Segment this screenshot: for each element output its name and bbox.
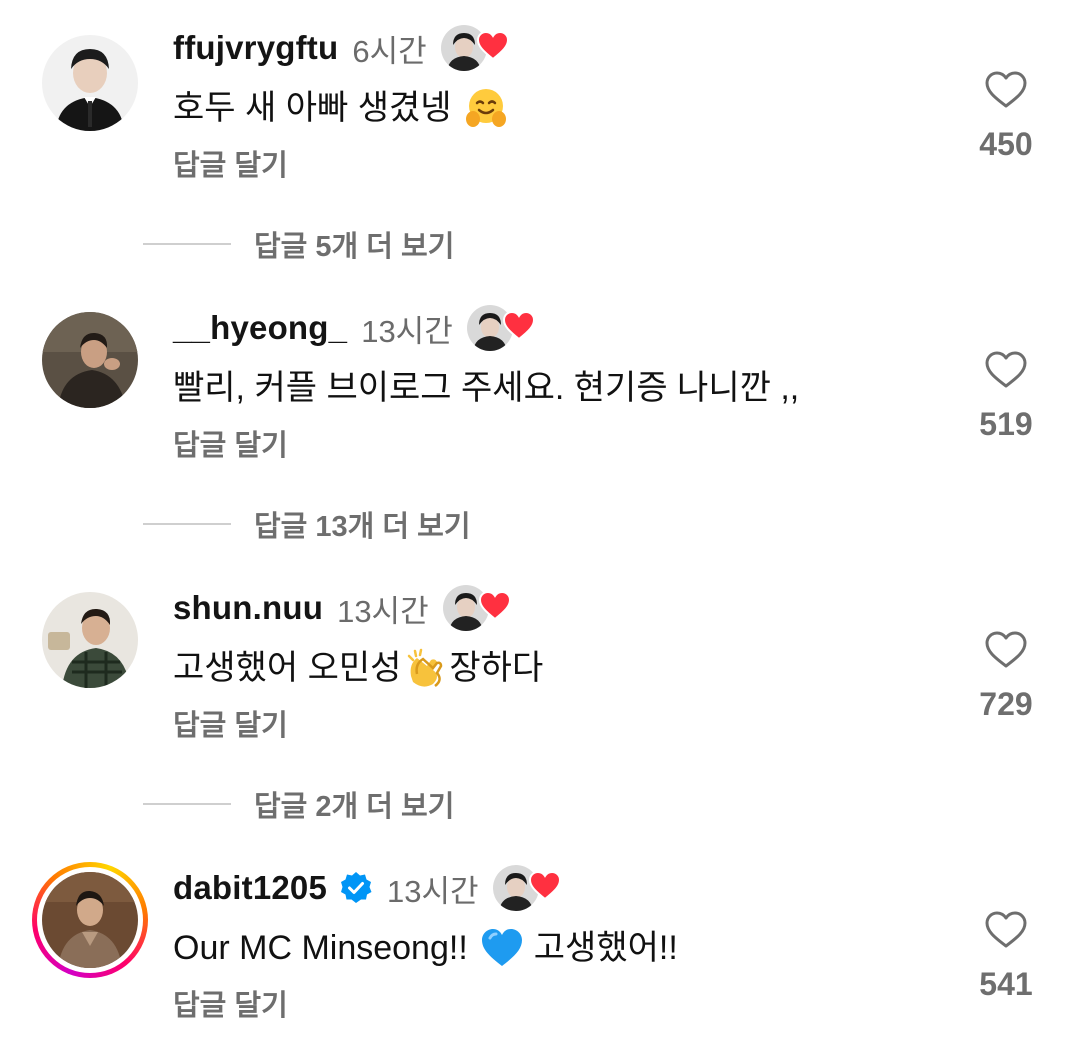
comment-item: dabit1205 13시간 Our MC Minseong!! 고생했어!! … — [0, 840, 1080, 1040]
timestamp: 6시간 — [352, 33, 427, 69]
timestamp: 13시간 — [337, 593, 429, 629]
like-count: 541 — [979, 966, 1033, 1002]
comment-text: 빨리, 커플 브이로그 주세요. 현기증 나니깐 ,, — [173, 363, 799, 413]
avatar[interactable] — [42, 872, 138, 968]
creator-liked-heart-icon — [492, 863, 561, 913]
creator-liked-heart-icon — [440, 23, 509, 73]
view-more-replies-label[interactable]: 답글 2개 더 보기 — [254, 783, 454, 825]
heart-outline-icon[interactable] — [984, 70, 1028, 110]
comment-item: __hyeong_ 13시간 빨리, 커플 브이로그 주세요. 현기증 나니깐 … — [0, 280, 1080, 480]
avatar[interactable] — [42, 35, 138, 131]
story-ring[interactable] — [32, 862, 148, 978]
view-more-replies-label[interactable]: 답글 5개 더 보기 — [254, 223, 454, 265]
comment-text: 고생했어 오민성 장하다 — [173, 643, 543, 693]
clapping-hands-emoji — [408, 648, 443, 687]
divider — [143, 243, 231, 245]
username[interactable]: ffujvrygftu — [173, 29, 338, 67]
blue-heart-emoji — [481, 929, 522, 966]
heart-outline-icon[interactable] — [984, 910, 1028, 950]
like-button[interactable]: 729 — [960, 630, 1052, 740]
view-more-replies[interactable]: 답글 13개 더 보기 — [143, 502, 471, 546]
username[interactable]: shun.nuu — [173, 589, 323, 627]
timestamp: 13시간 — [361, 313, 453, 349]
like-button[interactable]: 450 — [960, 70, 1052, 180]
like-count: 519 — [979, 406, 1033, 442]
comment-body: 호두 새 아빠 생겼넹 — [173, 89, 452, 127]
divider — [143, 523, 231, 525]
comment-meta: __hyeong_ 13시간 — [173, 303, 535, 353]
timestamp: 13시간 — [387, 873, 479, 909]
view-more-replies-label[interactable]: 답글 13개 더 보기 — [254, 503, 471, 545]
verified-badge-icon — [341, 872, 372, 903]
avatar[interactable] — [42, 592, 138, 688]
reply-button[interactable]: 답글 달기 — [173, 146, 288, 186]
creator-liked-heart-icon — [466, 303, 535, 353]
comment-body-end: 고생했어!! — [533, 929, 678, 967]
like-button[interactable]: 519 — [960, 350, 1052, 460]
creator-liked-heart-icon — [442, 583, 511, 633]
divider — [143, 803, 231, 805]
comment-body-end: 장하다 — [449, 649, 544, 687]
comment-body: 빨리, 커플 브이로그 주세요. 현기증 나니깐 ,, — [173, 369, 800, 407]
comment-item: ffujvrygftu 6시간 호두 새 아빠 생겼넹 답글 달기 450 — [0, 0, 1080, 200]
reply-button[interactable]: 답글 달기 — [173, 986, 288, 1026]
comment-text: 호두 새 아빠 생겼넹 — [173, 83, 512, 133]
avatar[interactable] — [42, 312, 138, 408]
view-more-replies[interactable]: 답글 2개 더 보기 — [143, 782, 454, 826]
comment-body-start: 고생했어 오민성 — [173, 649, 402, 687]
comment-body-start: Our MC Minseong!! — [173, 929, 468, 967]
username[interactable]: __hyeong_ — [173, 309, 347, 347]
like-count: 729 — [979, 686, 1033, 722]
heart-outline-icon[interactable] — [984, 350, 1028, 390]
like-count: 450 — [979, 126, 1033, 162]
view-more-replies[interactable]: 답글 5개 더 보기 — [143, 222, 454, 266]
heart-outline-icon[interactable] — [984, 630, 1028, 670]
reply-button[interactable]: 답글 달기 — [173, 426, 288, 466]
comment-item: shun.nuu 13시간 고생했어 오민성 장하다 답글 달기 729 — [0, 560, 1080, 760]
hugging-face-emoji — [465, 89, 506, 127]
comment-meta: ffujvrygftu 6시간 — [173, 23, 509, 73]
username[interactable]: dabit1205 — [173, 869, 327, 907]
reply-button[interactable]: 답글 달기 — [173, 706, 288, 746]
comment-meta: shun.nuu 13시간 — [173, 583, 511, 633]
like-button[interactable]: 541 — [960, 910, 1052, 1020]
comment-meta: dabit1205 13시간 — [173, 863, 561, 913]
comment-text: Our MC Minseong!! 고생했어!! — [173, 923, 678, 973]
